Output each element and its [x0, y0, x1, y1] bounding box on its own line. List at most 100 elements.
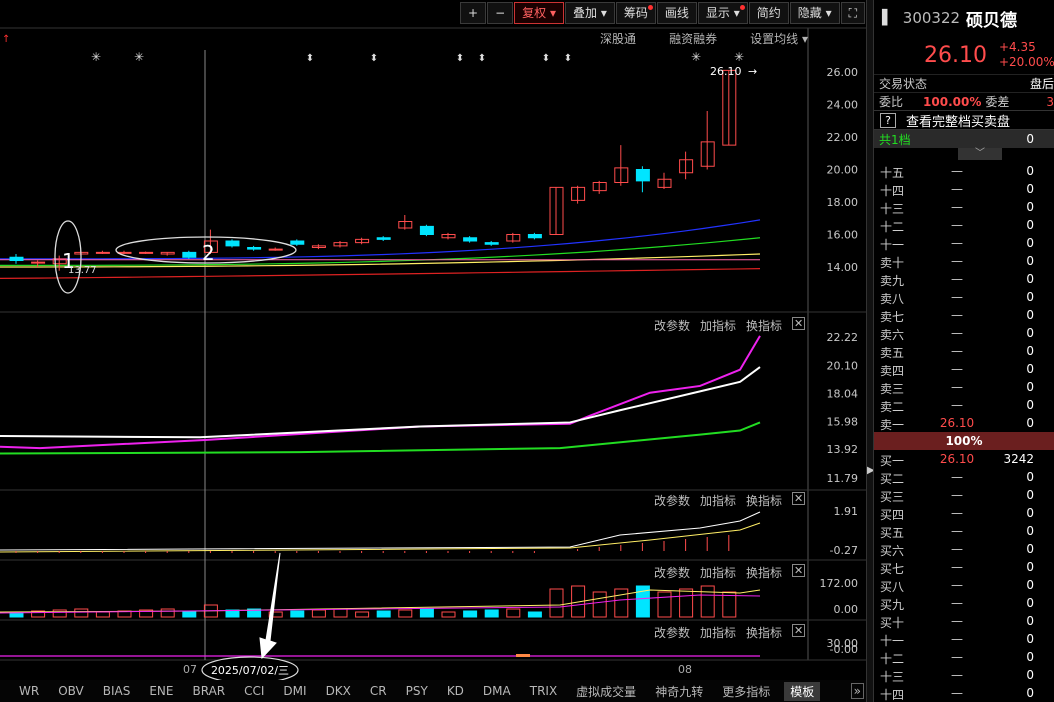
level-volume: 0	[1026, 290, 1034, 304]
close-icon[interactable]: ✕	[792, 492, 806, 505]
indicator-tab[interactable]: ENE	[149, 684, 173, 698]
order-level-row[interactable]: 买九 — 0	[874, 594, 1054, 612]
collapse-toggle[interactable]: ﹀	[874, 148, 1054, 162]
level-volume: 0	[1026, 272, 1034, 286]
indicator-tab[interactable]: BIAS	[103, 684, 131, 698]
order-level-row[interactable]: 十四 — 0	[874, 180, 1054, 198]
indicator-tab[interactable]: DKX	[326, 684, 351, 698]
zoom-in-button[interactable]: +	[460, 2, 487, 24]
order-level-row[interactable]: 十三 — 0	[874, 198, 1054, 216]
fullscreen-icon[interactable]: ⛶	[840, 2, 866, 24]
panel-splitter[interactable]: ▶	[866, 0, 875, 702]
order-level-row[interactable]: 买八 — 0	[874, 576, 1054, 594]
order-level-row[interactable]: 卖四 — 0	[874, 360, 1054, 378]
indicator-tab[interactable]: 虚拟成交量	[576, 683, 636, 700]
switch-indicator-button[interactable]: 换指标	[746, 624, 782, 641]
hide-button[interactable]: 隐藏 ▾	[789, 2, 840, 24]
back-icon[interactable]: ▌	[882, 10, 893, 26]
indicator-tab[interactable]: OBV	[58, 684, 84, 698]
add-indicator-button[interactable]: 加指标	[700, 564, 736, 581]
level-volume: 0	[1026, 632, 1034, 646]
fuquan-button[interactable]: 复权 ▾	[514, 2, 564, 24]
indicator-tick-label: 0.00	[834, 603, 859, 616]
indicator-tab[interactable]: KD	[447, 684, 464, 698]
zoom-out-button[interactable]: −	[487, 2, 514, 24]
level-price: —	[951, 326, 963, 340]
switch-indicator-button[interactable]: 换指标	[746, 317, 782, 334]
change-params-button[interactable]: 改参数	[654, 317, 690, 334]
chevron-down-icon[interactable]: ﹀	[958, 148, 1002, 160]
order-level-row[interactable]: 卖三 — 0	[874, 378, 1054, 396]
order-level-row[interactable]: 买二 — 0	[874, 468, 1054, 486]
order-level-row[interactable]: 十四 — 0	[874, 684, 1054, 702]
order-level-row[interactable]: 买六 — 0	[874, 540, 1054, 558]
level-price: —	[951, 290, 963, 304]
rongzi-link[interactable]: 融资融券	[669, 30, 717, 47]
order-level-row[interactable]: 十一 — 0	[874, 234, 1054, 252]
switch-indicator-button[interactable]: 换指标	[746, 564, 782, 581]
order-level-row[interactable]: 买七 — 0	[874, 558, 1054, 576]
status-row: 交易状态 盘后	[874, 74, 1054, 92]
indicator-line-green	[0, 421, 761, 455]
close-icon[interactable]: ✕	[792, 317, 806, 330]
order-level-row[interactable]: 买一 26.10 3242	[874, 450, 1054, 468]
indicator-tab[interactable]: TRIX	[530, 684, 557, 698]
order-level-row[interactable]: 十五 — 0	[874, 162, 1054, 180]
order-level-row[interactable]: 卖七 — 0	[874, 306, 1054, 324]
change-params-button[interactable]: 改参数	[654, 564, 690, 581]
full-book-button[interactable]: ? 查看完整档买卖盘	[874, 110, 1054, 130]
indicator-line-white	[0, 366, 761, 439]
level-price: —	[951, 596, 963, 610]
order-level-row[interactable]: 卖八 — 0	[874, 288, 1054, 306]
switch-indicator-button[interactable]: 换指标	[746, 492, 782, 509]
level-price: —	[951, 506, 963, 520]
ma-settings-link[interactable]: 设置均线 ▾	[750, 30, 808, 47]
overlay-button[interactable]: 叠加 ▾	[564, 2, 615, 24]
order-level-row[interactable]: 十二 — 0	[874, 216, 1054, 234]
order-level-row[interactable]: 十三 — 0	[874, 666, 1054, 684]
order-level-row[interactable]: 买三 — 0	[874, 486, 1054, 504]
indicator-tab[interactable]: BRAR	[192, 684, 225, 698]
indicator-tab[interactable]: CR	[370, 684, 387, 698]
order-level-row[interactable]: 买五 — 0	[874, 522, 1054, 540]
indicator-tab[interactable]: DMI	[283, 684, 306, 698]
close-icon[interactable]: ✕	[792, 624, 806, 637]
order-level-row[interactable]: 卖六 — 0	[874, 324, 1054, 342]
simple-button[interactable]: 简约	[748, 2, 789, 24]
chip-button[interactable]: 筹码	[615, 2, 656, 24]
indicator-tick-label: 172.00	[820, 577, 859, 590]
add-indicator-button[interactable]: 加指标	[700, 624, 736, 641]
add-indicator-button[interactable]: 加指标	[700, 317, 736, 334]
indicator-tab[interactable]: CCI	[244, 684, 264, 698]
indicator-tab[interactable]: 模板	[784, 681, 821, 701]
order-level-row[interactable]: 卖五 — 0	[874, 342, 1054, 360]
change-params-button[interactable]: 改参数	[654, 492, 690, 509]
add-indicator-button[interactable]: 加指标	[700, 492, 736, 509]
shengutong-link[interactable]: 深股通	[600, 30, 636, 47]
order-level-row[interactable]: 十二 — 0	[874, 648, 1054, 666]
callout-arrow-icon	[259, 552, 281, 660]
change-params-button[interactable]: 改参数	[654, 624, 690, 641]
indicator-tab[interactable]: WR	[19, 684, 39, 698]
order-level-row[interactable]: 买四 — 0	[874, 504, 1054, 522]
candle-body	[376, 237, 391, 240]
close-icon[interactable]: ✕	[792, 564, 806, 577]
indicator-tab[interactable]: 更多指标	[722, 683, 770, 700]
volume-bar	[52, 609, 67, 618]
order-level-row[interactable]: 买十 — 0	[874, 612, 1054, 630]
draw-line-button[interactable]: 画线	[656, 2, 697, 24]
weibi-row: 委比 100.00% 委差 3	[874, 92, 1054, 110]
display-button[interactable]: 显示 ▾	[697, 2, 748, 24]
order-level-row[interactable]: 卖九 — 0	[874, 270, 1054, 288]
order-level-row[interactable]: 卖二 — 0	[874, 396, 1054, 414]
order-level-row[interactable]: 卖十 — 0	[874, 252, 1054, 270]
help-icon[interactable]: ?	[880, 112, 896, 128]
order-level-row[interactable]: 卖一 26.10 0	[874, 414, 1054, 432]
price-tick-label: 26.00	[827, 66, 859, 79]
double-chevron-right-icon[interactable]: »	[850, 683, 864, 699]
indicator-tab[interactable]: DMA	[483, 684, 511, 698]
order-level-row[interactable]: 十一 — 0	[874, 630, 1054, 648]
level-label: 十一	[880, 634, 905, 648]
indicator-tab[interactable]: PSY	[406, 684, 428, 698]
indicator-tab[interactable]: 神奇九转	[655, 683, 703, 700]
